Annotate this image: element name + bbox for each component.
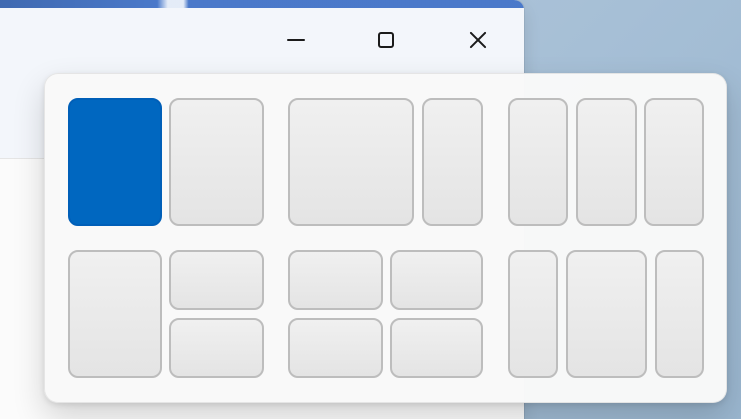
snap-layout-6-zone-center[interactable] (566, 250, 647, 378)
snap-layout-3-zone-right[interactable] (644, 98, 704, 226)
snap-layout-6-zone-right[interactable] (655, 250, 704, 378)
snap-layout-1-zone-right[interactable] (169, 98, 264, 226)
snap-layout-4-zone-right-bottom[interactable] (169, 318, 264, 378)
close-icon (468, 30, 488, 50)
close-button[interactable] (450, 18, 506, 62)
snap-layout-2-zone-left[interactable] (288, 98, 414, 226)
maximize-button[interactable] (358, 18, 414, 62)
snap-layouts-flyout (44, 73, 727, 403)
minimize-icon (287, 39, 305, 41)
snap-layout-5-zone-bottom-right[interactable] (390, 318, 483, 378)
snap-layout-2-zone-right[interactable] (422, 98, 483, 226)
snap-layout-5-zone-bottom-left[interactable] (288, 318, 383, 378)
snap-layout-5-zone-top-left[interactable] (288, 250, 383, 310)
snap-layout-3-zone-center[interactable] (576, 98, 637, 226)
maximize-icon (378, 32, 394, 48)
minimize-button[interactable] (268, 18, 324, 62)
snap-layout-6-zone-left[interactable] (508, 250, 558, 378)
snap-layout-3-zone-left[interactable] (508, 98, 568, 226)
snap-layout-5-zone-top-right[interactable] (390, 250, 483, 310)
window-accent-strip (0, 0, 524, 8)
snap-layout-4-zone-right-top[interactable] (169, 250, 264, 310)
snap-layout-4-zone-left[interactable] (68, 250, 162, 378)
snap-layout-1-zone-left[interactable] (68, 98, 162, 226)
